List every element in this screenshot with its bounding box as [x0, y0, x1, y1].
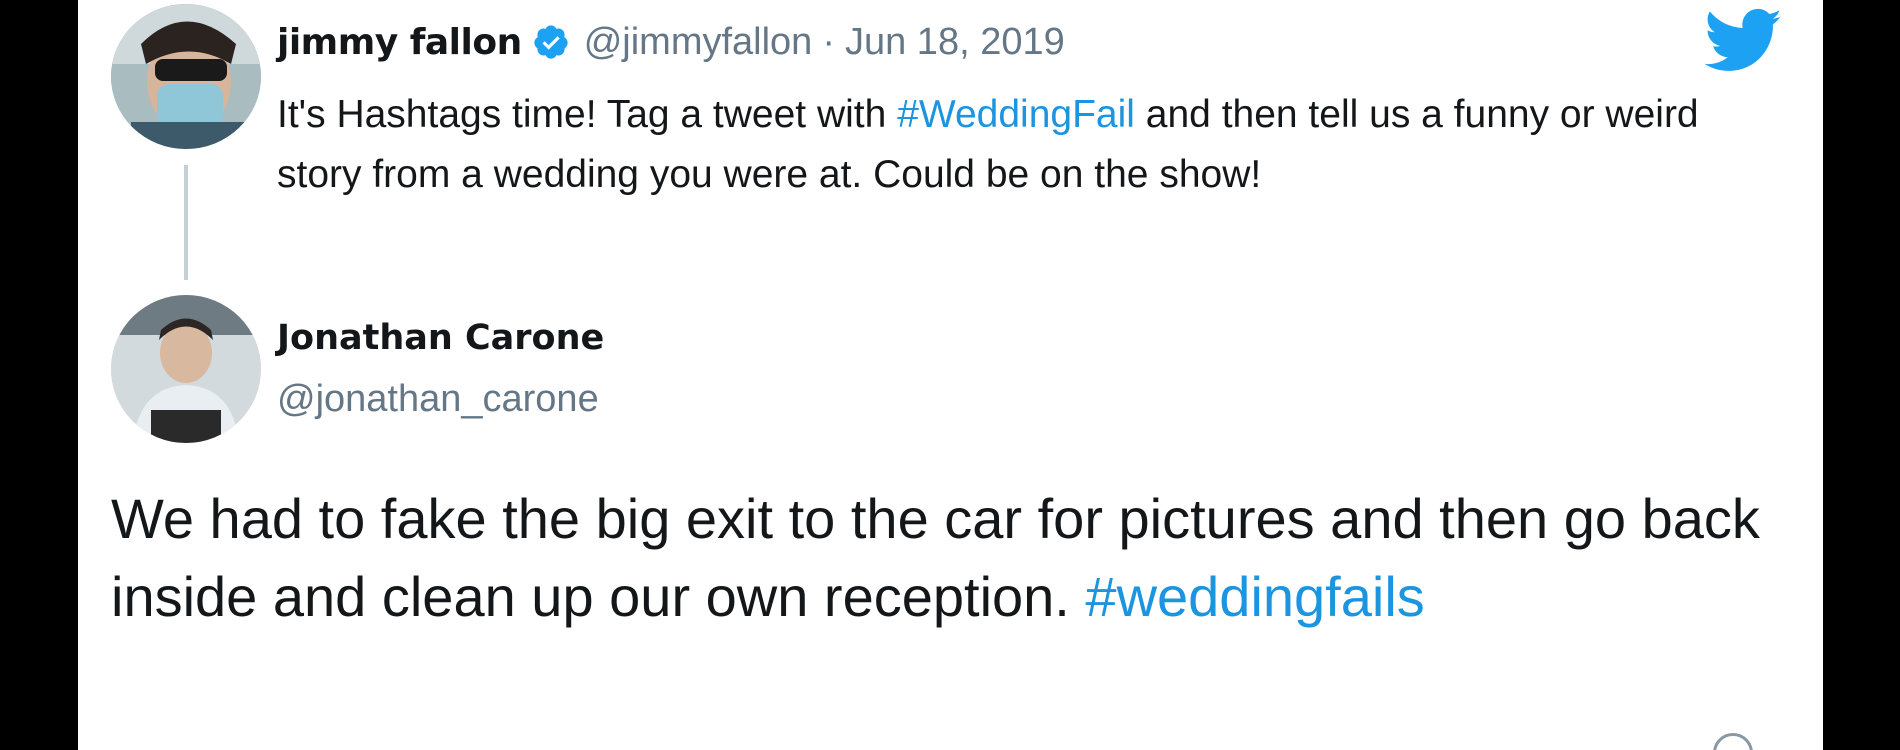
hashtag-link[interactable]: #WeddingFail — [897, 93, 1135, 136]
tweet-text: It's Hashtags time! Tag a tweet with #We… — [277, 85, 1757, 205]
reply-text-body: We had to fake the big exit to the car f… — [111, 487, 1760, 628]
info-icon[interactable] — [1713, 733, 1753, 750]
tweet-header: jimmy fallon @jimmyfallon · Jun 18, 2019 — [277, 12, 1065, 72]
avatar[interactable] — [111, 4, 261, 149]
screenshot-frame: jimmy fallon @jimmyfallon · Jun 18, 2019… — [0, 0, 1900, 750]
tweet-date[interactable]: Jun 18, 2019 — [845, 21, 1065, 64]
separator-dot: · — [822, 20, 835, 63]
reply-tweet-text: We had to fake the big exit to the car f… — [111, 480, 1771, 636]
user-avatar-photo — [111, 4, 261, 149]
tweet-text-start: It's Hashtags time! Tag a tweet with — [277, 93, 898, 136]
handle[interactable]: @jimmyfallon — [584, 21, 813, 64]
thread-connector-line — [184, 165, 188, 280]
handle[interactable]: @jonathan_carone — [277, 378, 599, 421]
user-avatar-photo — [111, 295, 261, 443]
display-name[interactable]: Jonathan Carone — [277, 318, 604, 358]
display-name[interactable]: jimmy fallon — [277, 22, 522, 63]
hashtag-link[interactable]: #weddingfails — [1085, 565, 1424, 628]
embedded-tweet-card: jimmy fallon @jimmyfallon · Jun 18, 2019… — [78, 0, 1823, 750]
twitter-bird-icon[interactable] — [1705, 8, 1783, 74]
verified-badge-icon — [534, 25, 568, 59]
avatar[interactable] — [111, 295, 261, 443]
